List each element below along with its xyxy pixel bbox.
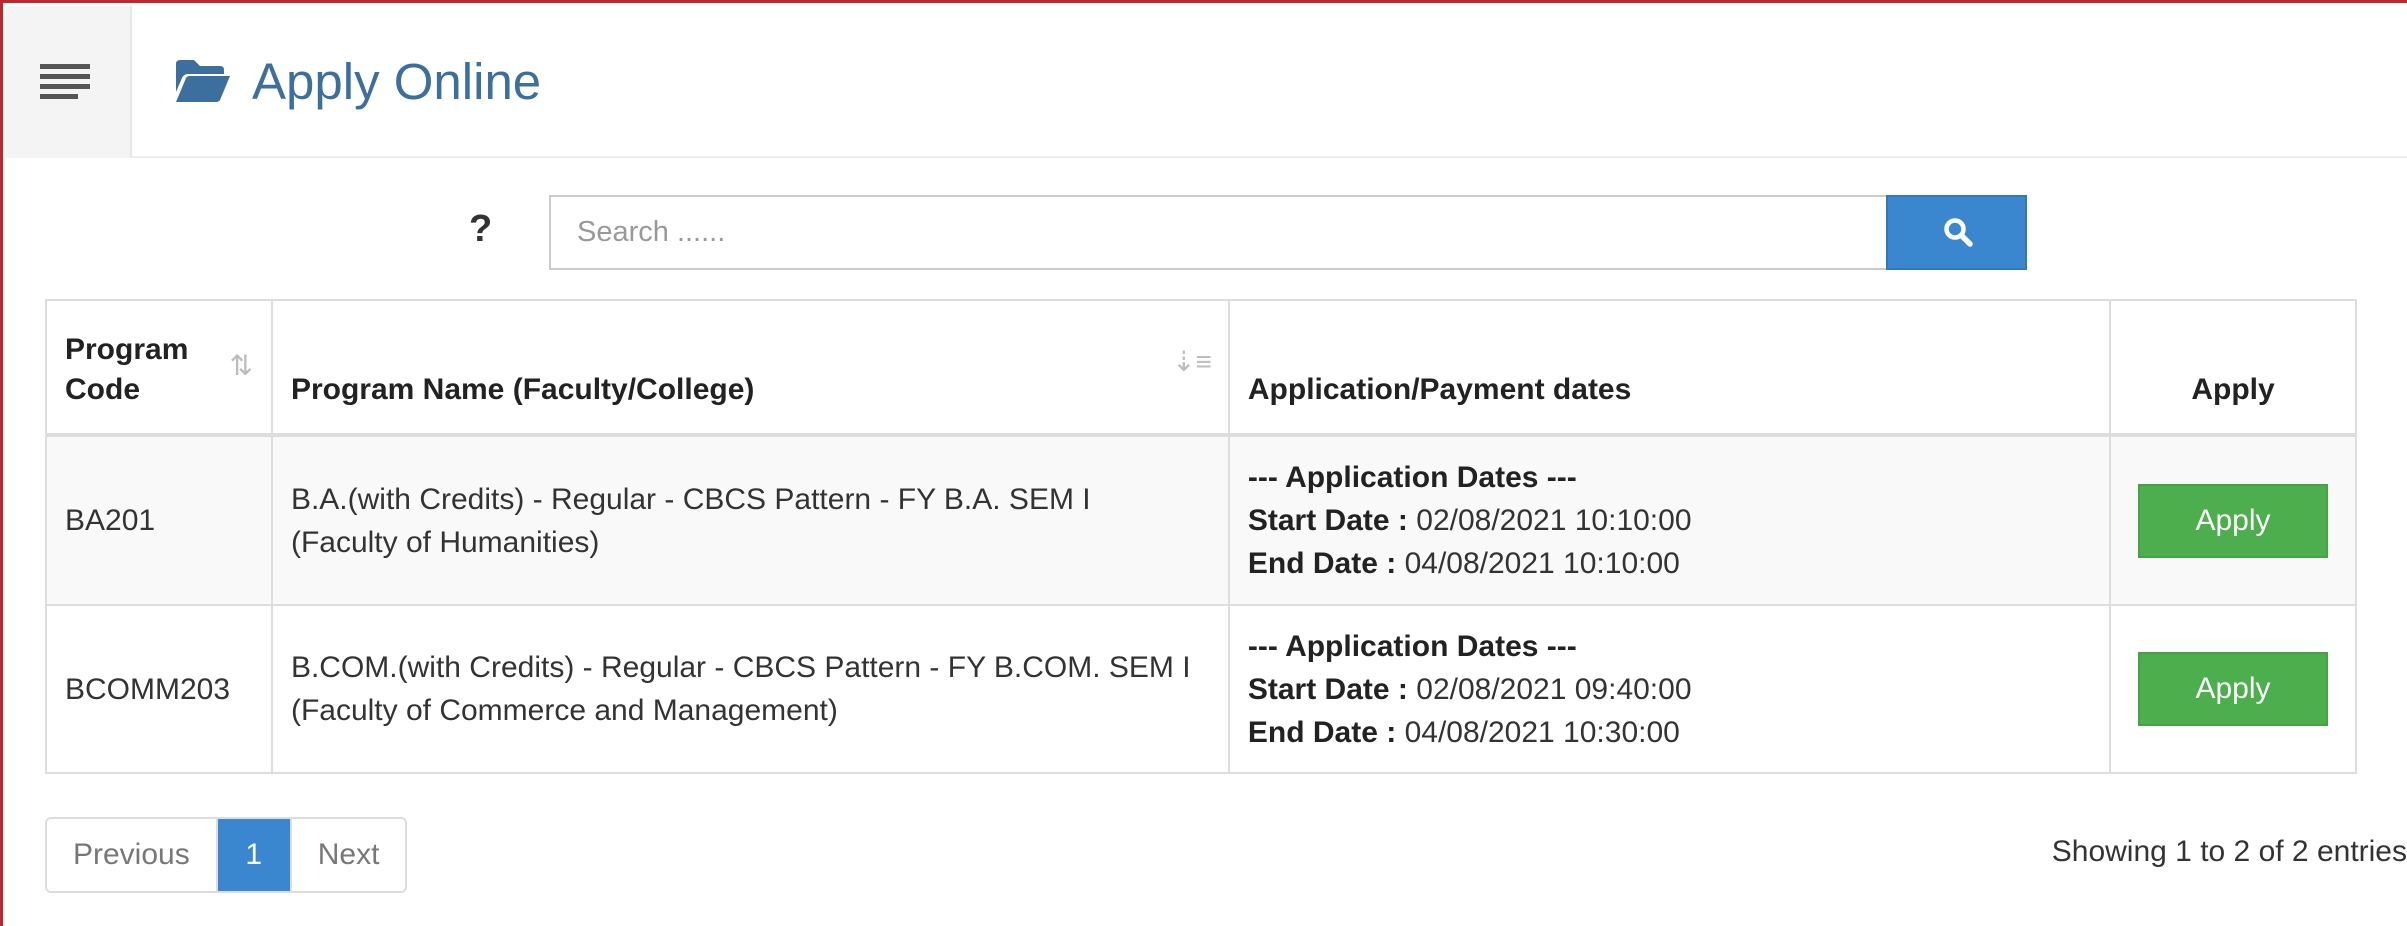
entries-info: Showing 1 to 2 of 2 entries	[2051, 835, 2407, 868]
column-header-apply: Apply	[2109, 299, 2357, 437]
header-label: Application/Payment dates	[1247, 373, 1632, 406]
start-date-value: 02/08/2021 10:10:00	[1407, 504, 1692, 537]
program-name-cell: B.A.(with Credits) - Regular - CBCS Patt…	[270, 434, 1230, 606]
dates-cell: --- Application Dates --- Start Date : 0…	[1227, 604, 2112, 774]
program-name: B.COM.(with Credits) - Regular - CBCS Pa…	[290, 651, 1191, 684]
end-date-label: End Date :	[1247, 715, 1397, 749]
end-date-value: 04/08/2021 10:30:00	[1396, 715, 1680, 749]
apply-button[interactable]: Apply	[2138, 652, 2328, 726]
page-title: Apply Online	[252, 52, 542, 110]
faculty-name: (Faculty of Humanities)	[290, 525, 600, 559]
column-header-program-name[interactable]: Program Name (Faculty/College) ⇣≡	[270, 299, 1230, 437]
apply-cell: Apply	[2109, 434, 2357, 606]
page-frame: Apply Online ? Program Code ⇅ Progr	[0, 0, 2407, 926]
dates-heading: --- Application Dates ---	[1247, 629, 1577, 663]
pagination: Previous 1 Next	[45, 817, 408, 893]
dates-heading: --- Application Dates ---	[1247, 461, 1577, 494]
programs-table: Program Code ⇅ Program Name (Faculty/Col…	[45, 299, 2357, 774]
folder-open-icon	[176, 60, 230, 102]
start-date: Start Date : 02/08/2021 09:40:00	[1248, 668, 2091, 711]
column-header-program-code[interactable]: Program Code ⇅	[45, 299, 273, 437]
sort-both-icon[interactable]: ⇅	[229, 349, 252, 382]
program-name: B.A.(with Credits) - Regular - CBCS Patt…	[290, 482, 1091, 516]
program-name-cell: B.COM.(with Credits) - Regular - CBCS Pa…	[270, 604, 1230, 774]
end-date-value: 04/08/2021 10:10:00	[1396, 547, 1680, 580]
header-label: Apply	[2191, 373, 2275, 406]
next-page-button[interactable]: Next	[289, 819, 406, 891]
search-button[interactable]	[1886, 195, 2027, 270]
start-date-label: Start Date :	[1247, 672, 1408, 706]
program-code-cell: BA201	[45, 434, 273, 606]
search-input[interactable]	[549, 195, 1887, 270]
start-date-value: 02/08/2021 09:40:00	[1407, 672, 1692, 706]
sort-ascending-icon[interactable]: ⇣≡	[1172, 345, 1212, 378]
menu-toggle-button[interactable]	[6, 6, 132, 158]
table-row: BA201 B.A.(with Credits) - Regular - CBC…	[45, 434, 2357, 606]
previous-page-button[interactable]: Previous	[47, 819, 218, 891]
header-label: Program Name (Faculty/College)	[290, 373, 755, 406]
faculty-name: (Faculty of Commerce and Management)	[290, 694, 838, 727]
apply-cell: Apply	[2109, 604, 2357, 774]
help-icon[interactable]: ?	[469, 208, 492, 251]
start-date: Start Date : 02/08/2021 10:10:00	[1248, 499, 2091, 542]
dates-cell: --- Application Dates --- Start Date : 0…	[1227, 434, 2112, 606]
start-date-label: Start Date :	[1247, 504, 1408, 537]
search-icon	[1944, 218, 1973, 247]
apply-button[interactable]: Apply	[2138, 483, 2328, 558]
program-code-cell: BCOMM203	[45, 604, 273, 774]
table-row: BCOMM203 B.COM.(with Credits) - Regular …	[45, 604, 2357, 774]
header-label: Code	[65, 373, 140, 406]
page-header: Apply Online	[174, 46, 541, 116]
end-date: End Date : 04/08/2021 10:30:00	[1248, 711, 2091, 754]
header-label: Program	[65, 333, 189, 366]
end-date: End Date : 04/08/2021 10:10:00	[1248, 542, 2091, 585]
end-date-label: End Date :	[1247, 547, 1397, 580]
top-bar: Apply Online	[6, 6, 2407, 158]
page-1-button[interactable]: 1	[217, 819, 290, 891]
column-header-dates: Application/Payment dates	[1227, 299, 2112, 437]
